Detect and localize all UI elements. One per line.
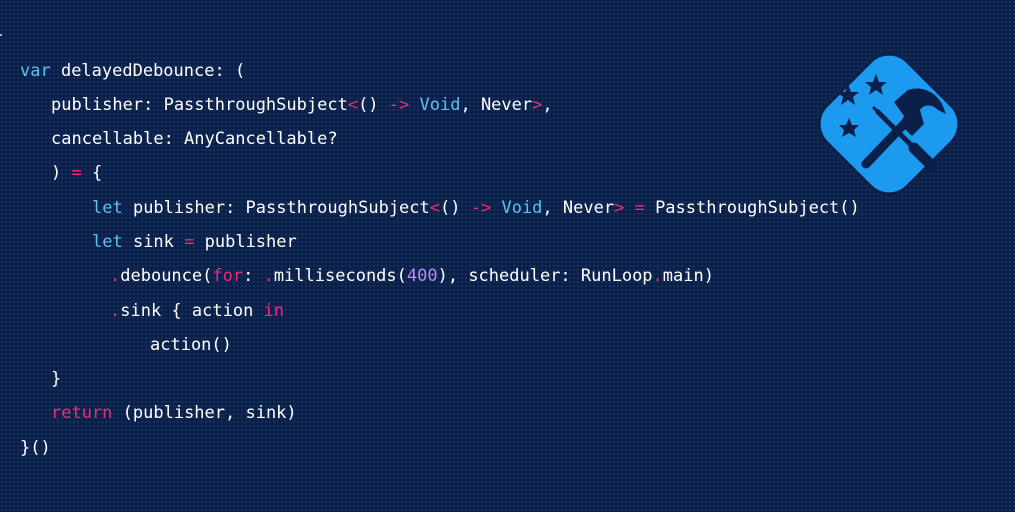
code-line: return (publisher, sink) <box>51 401 297 425</box>
code-token: publisher <box>194 232 297 252</box>
code-token: in <box>263 301 285 321</box>
code-token: , <box>542 95 553 115</box>
code-line: .debounce(for: .milliseconds(400), sched… <box>110 264 714 288</box>
code-line: publisher: PassthroughSubject<() -> Void… <box>51 93 553 117</box>
hammer-screwdriver-stars-icon <box>796 32 982 216</box>
code-token: milliseconds( <box>273 266 407 286</box>
code-line: var delayedDebounce: ( <box>20 59 245 83</box>
code-token: debounce( <box>120 266 213 286</box>
code-token: () <box>358 95 389 115</box>
code-token: action() <box>150 335 232 355</box>
code-token: ) <box>51 163 72 183</box>
code-token: ), scheduler: RunLoop <box>437 266 653 286</box>
code-line: let publisher: PassthroughSubject<() -> … <box>92 196 860 220</box>
code-token: < <box>347 95 359 115</box>
code-line: }() <box>20 436 51 460</box>
code-token: sink { action <box>120 301 264 321</box>
code-token: -> <box>470 198 492 218</box>
code-token: } <box>51 369 62 389</box>
code-token: . <box>110 301 121 321</box>
code-token: = <box>71 163 82 183</box>
code-token: = <box>184 232 195 252</box>
code-token: return <box>51 403 113 423</box>
code-line: let sink = publisher <box>92 230 297 254</box>
code-token: Void <box>501 198 543 218</box>
code-token: }() <box>20 438 51 458</box>
code-token: (publisher, sink) <box>112 403 297 423</box>
code-token: main) <box>662 266 714 286</box>
code-token: . <box>110 266 121 286</box>
code-token: let <box>92 198 123 218</box>
code-token: . <box>652 266 663 286</box>
code-line: action() <box>150 333 232 357</box>
code-token: 400 <box>406 266 438 286</box>
code-token: . <box>263 266 274 286</box>
code-token: , Never <box>460 95 533 115</box>
code-line: cancellable: AnyCancellable? <box>51 127 338 151</box>
code-token: for <box>212 266 244 286</box>
code-token: publisher: PassthroughSubject <box>122 198 430 218</box>
code-token: -> <box>388 95 410 115</box>
code-token: delayedDebounce: ( <box>50 61 246 81</box>
code-token: , Never <box>542 198 615 218</box>
code-token: var <box>20 61 51 81</box>
code-token: publisher: PassthroughSubject <box>51 95 348 115</box>
code-token: Void <box>419 95 461 115</box>
code-token: sink <box>122 232 185 252</box>
code-token: : <box>243 266 264 286</box>
code-token: < <box>429 198 441 218</box>
code-line: .sink { action in <box>110 299 284 323</box>
code-token: () <box>440 198 471 218</box>
code-token: = <box>634 198 645 218</box>
code-token: let <box>92 232 123 252</box>
code-token: > <box>532 95 543 115</box>
code-line: ) = { <box>51 161 102 185</box>
code-line: } <box>51 367 61 391</box>
code-token: cancellable: AnyCancellable? <box>51 129 338 149</box>
code-token: > <box>614 198 625 218</box>
code-token: { <box>81 163 103 183</box>
